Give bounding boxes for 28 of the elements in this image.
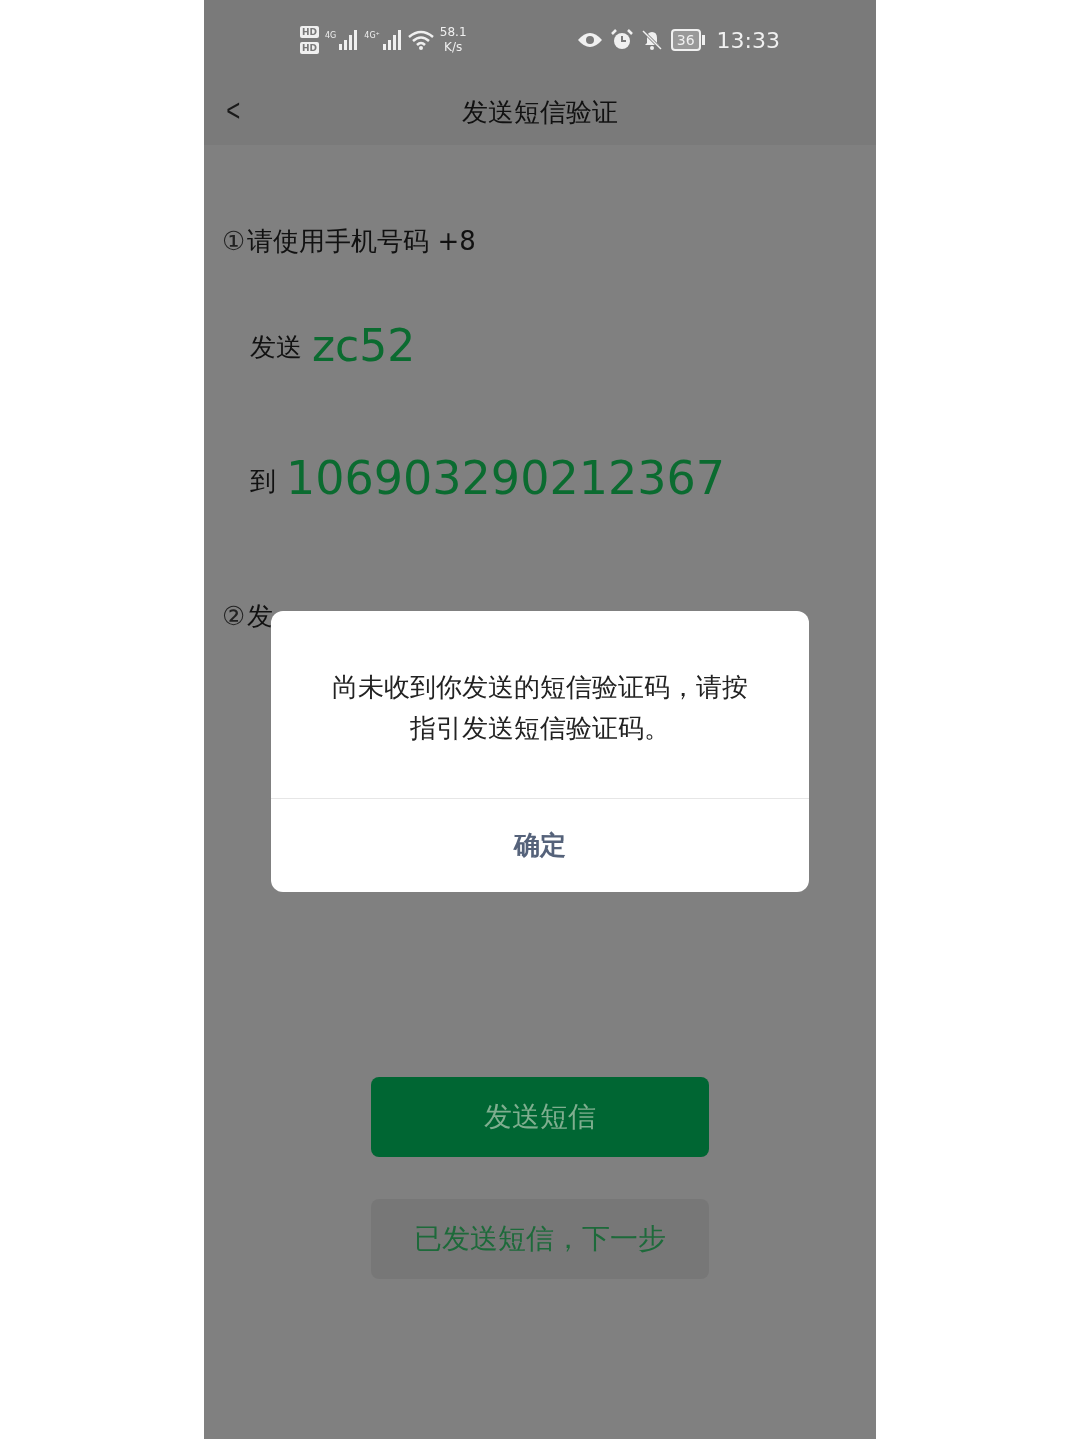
signal-icon — [381, 30, 402, 50]
send-label: 发送 — [250, 331, 302, 364]
network-label: 4G — [325, 30, 337, 42]
battery-level: 36 — [670, 29, 701, 51]
sim-label: HD — [300, 42, 319, 54]
sim-label: HD — [300, 26, 319, 38]
muted-bell-icon — [640, 29, 663, 51]
network-speed: 58.1 — [439, 25, 467, 40]
page-title: 发送短信验证 — [462, 96, 618, 129]
clock: 13:33 — [716, 26, 780, 55]
recipient-number: 106903290212367 — [286, 451, 725, 505]
eye-icon — [576, 31, 603, 49]
battery-tip-icon — [700, 35, 705, 45]
speed-unit: K/s — [444, 40, 463, 55]
network-label: 4G⁺ — [364, 30, 380, 42]
alarm-icon — [610, 29, 633, 51]
step-number: ① — [222, 225, 246, 258]
sms-code: zc52 — [312, 321, 416, 371]
back-button[interactable]: < — [226, 92, 241, 128]
step-text: 发 — [247, 600, 274, 633]
step-text: 请使用手机号码 +8 — [247, 225, 476, 258]
wifi-icon — [407, 30, 434, 50]
send-sms-button[interactable]: 发送短信 — [371, 1077, 709, 1157]
to-label: 到 — [250, 465, 276, 498]
step-number: ② — [222, 600, 246, 633]
confirm-button[interactable]: 确定 — [271, 799, 809, 892]
signal-icon — [338, 30, 359, 50]
dialog-message: 尚未收到你发送的短信验证码，请按指引发送短信验证码。 — [331, 671, 749, 745]
